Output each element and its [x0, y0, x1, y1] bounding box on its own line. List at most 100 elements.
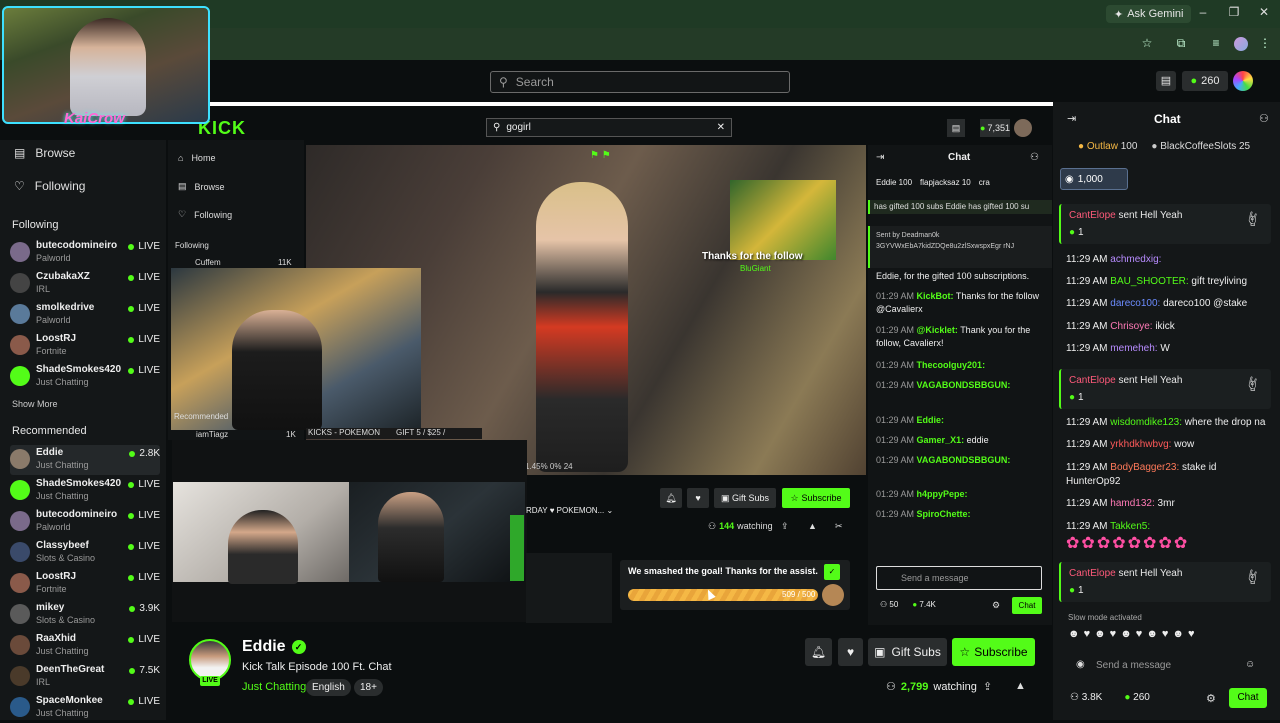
media-icon[interactable]: ≡ — [1207, 36, 1225, 50]
extensions-icon[interactable]: ⧉ — [1172, 36, 1190, 51]
leader-item[interactable]: ● BlackCoffeeSlots 25 — [1151, 141, 1250, 152]
share-icon[interactable]: ⇪ — [983, 680, 992, 693]
channel-row[interactable]: ShadeSmokes420 Just Chatting LIVE — [10, 476, 160, 506]
sub-card-user[interactable]: CantElope — [1069, 210, 1116, 221]
minimize-icon[interactable]: – — [1193, 5, 1213, 19]
message-user[interactable]: memeheh: — [1110, 343, 1157, 354]
chat-users-icon[interactable]: ⚇ — [1259, 112, 1269, 125]
embedded-gift-subs-button[interactable]: ▣ Gift Subs — [714, 488, 776, 508]
search-input[interactable]: ⚲ Search — [490, 71, 790, 93]
embedded-nav-following[interactable]: ♡ Following — [178, 209, 232, 220]
stream-category[interactable]: Just Chatting — [242, 681, 306, 693]
streamer-name[interactable]: Eddie ✓ — [242, 638, 306, 656]
chat-input[interactable]: Send a message — [1066, 653, 1268, 677]
message-user[interactable]: BAU_SHOOTER: — [1110, 276, 1188, 287]
message-user[interactable]: BodyBagger23: — [1110, 462, 1179, 473]
chat-send-button[interactable]: Chat — [1229, 688, 1267, 708]
channel-row[interactable]: CzubakaXZ IRL LIVE — [10, 269, 160, 299]
message-user[interactable]: VAGABONDSBBGUN: — [917, 455, 1011, 465]
channel-row[interactable]: Classybeef Slots & Casino LIVE — [10, 538, 160, 568]
settings-gear-icon[interactable]: ⚙ — [1206, 692, 1216, 705]
maximize-icon[interactable]: ❐ — [1224, 5, 1244, 19]
embedded-follow-button[interactable]: ♥ — [687, 488, 709, 508]
report-icon[interactable]: ▲ — [808, 521, 817, 531]
channel-row[interactable]: butecodomineiro Palworld LIVE — [10, 507, 160, 537]
bookmark-star-icon[interactable]: ☆ — [1138, 36, 1156, 50]
embedded-library-icon[interactable]: ▤ — [947, 119, 965, 137]
streamer-avatar[interactable] — [189, 639, 231, 681]
channel-row[interactable]: LoostRJ Fortnite LIVE — [10, 331, 160, 361]
report-icon[interactable]: ▲ — [1015, 680, 1026, 692]
message-user[interactable]: wisdomdike123: — [1110, 417, 1182, 428]
emoji-icon[interactable]: ☺ — [1245, 659, 1255, 670]
embedded-nav-browse[interactable]: ▤ Browse — [178, 181, 225, 192]
close-window-icon[interactable]: ✕ — [1254, 5, 1274, 19]
channel-row[interactable]: Eddie Just Chatting 2.8K — [10, 445, 160, 475]
channel-row[interactable]: DeenTheGreat IRL 7.5K — [10, 662, 160, 692]
chevron-down-icon[interactable]: ⌄ — [606, 506, 613, 515]
gift-pill[interactable]: ◉ 1,000 — [1060, 168, 1128, 190]
embedded-notify-button[interactable]: 🔔︎ — [660, 488, 682, 508]
embedded-chat-input[interactable]: Send a message — [876, 566, 1042, 590]
message-user[interactable]: Gamer_X1: — [917, 435, 965, 445]
ask-gemini-button[interactable]: ✦ Ask Gemini — [1106, 5, 1192, 23]
show-more-link[interactable]: Show More — [12, 399, 58, 409]
collapse-chat-icon[interactable]: ⇥ — [1067, 112, 1076, 125]
sidebar-item-following[interactable]: ♡ Following — [14, 179, 85, 193]
message-user[interactable]: KickBot: — [917, 291, 954, 301]
gift-icon: ▣ — [720, 492, 730, 503]
message-user[interactable]: Takken5: — [1110, 521, 1150, 532]
tag-18plus[interactable]: 18+ — [354, 679, 383, 696]
embedded-user-avatar[interactable] — [1014, 119, 1032, 137]
clip-icon[interactable]: ✂ — [835, 521, 843, 532]
share-icon[interactable]: ⇪ — [781, 521, 789, 532]
tag-english[interactable]: English — [306, 679, 351, 696]
sidebar-item-browse[interactable]: ▤ Browse — [14, 146, 75, 160]
channel-row[interactable]: LoostRJ Fortnite LIVE — [10, 569, 160, 599]
message-user[interactable]: SpiroChette: — [917, 509, 971, 519]
channel-row[interactable]: RaaXhid Just Chatting LIVE — [10, 631, 160, 661]
channel-avatar — [10, 242, 30, 262]
collapse-chat-icon[interactable]: ⇥ — [876, 152, 884, 163]
message-user[interactable]: dareco100: — [1110, 298, 1160, 309]
user-avatar[interactable] — [1233, 71, 1253, 91]
embedded-subscribe-button[interactable]: ☆ Subscribe — [782, 488, 850, 508]
leader-item[interactable]: ● Outlaw 100 — [1078, 141, 1137, 152]
follow-button[interactable]: ♥ — [838, 638, 863, 666]
chat-users-icon[interactable]: ⚇ — [1030, 152, 1039, 163]
embedded-search-input[interactable]: ⚲ gogirl ✕ — [486, 118, 732, 137]
streamer-name-text: Eddie — [242, 638, 286, 655]
sub-card-user[interactable]: CantElope — [1069, 375, 1116, 386]
settings-gear-icon[interactable]: ⚙ — [992, 600, 1000, 611]
library-icon[interactable]: ▤ — [1156, 71, 1176, 91]
message-user[interactable]: achmedxig: — [1110, 254, 1161, 265]
message-user[interactable]: @Kicklet: — [917, 325, 958, 335]
emote-bar[interactable]: ☻♥☻♥☻♥☻♥☻♥ — [1068, 628, 1199, 640]
message-user[interactable]: yrkhdkhwbvg: — [1110, 439, 1171, 450]
recommended-section-label: Recommended — [12, 425, 87, 437]
message-user[interactable]: Chrisoye: — [1110, 321, 1152, 332]
channel-row[interactable]: SpaceMonkee Just Chatting LIVE — [10, 693, 160, 723]
channel-row[interactable]: mikey Slots & Casino 3.9K — [10, 600, 160, 630]
gift-subs-button[interactable]: ▣ Gift Subs — [868, 638, 947, 666]
channel-row[interactable]: ShadeSmokes420 Just Chatting LIVE — [10, 362, 160, 392]
message-user[interactable]: Eddie: — [917, 415, 945, 425]
message-user[interactable]: VAGABONDSBBGUN: — [917, 380, 1011, 390]
channel-row[interactable]: smolkedrive Palworld LIVE — [10, 300, 160, 330]
clear-search-icon[interactable]: ✕ — [717, 122, 725, 133]
embedded-nav-home[interactable]: ⌂ Home — [178, 153, 215, 163]
sub-card-user[interactable]: CantElope — [1069, 568, 1116, 579]
message-user[interactable]: Thecoolguy201: — [917, 360, 986, 370]
browser-profile-avatar[interactable] — [1234, 37, 1248, 51]
points-button[interactable]: ● 260 — [1182, 71, 1228, 91]
embedded-points-button[interactable]: ● 7,351 — [980, 119, 1010, 137]
browser-menu-icon[interactable]: ⋮ — [1256, 36, 1274, 50]
chat-message: 11:29 AM achmedxig: — [1066, 253, 1266, 267]
embedded-chat-send-button[interactable]: Chat — [1012, 597, 1042, 614]
message-user[interactable]: hamd132: — [1110, 498, 1154, 509]
subscribe-button[interactable]: ☆ Subscribe — [952, 638, 1035, 666]
message-user[interactable]: h4ppyPepe: — [917, 489, 968, 499]
channel-row[interactable]: butecodomineiro Palworld LIVE — [10, 238, 160, 268]
embedded-rec-name[interactable]: iamTiagz — [196, 430, 228, 439]
notify-button[interactable]: 🔔︎ — [805, 638, 832, 666]
